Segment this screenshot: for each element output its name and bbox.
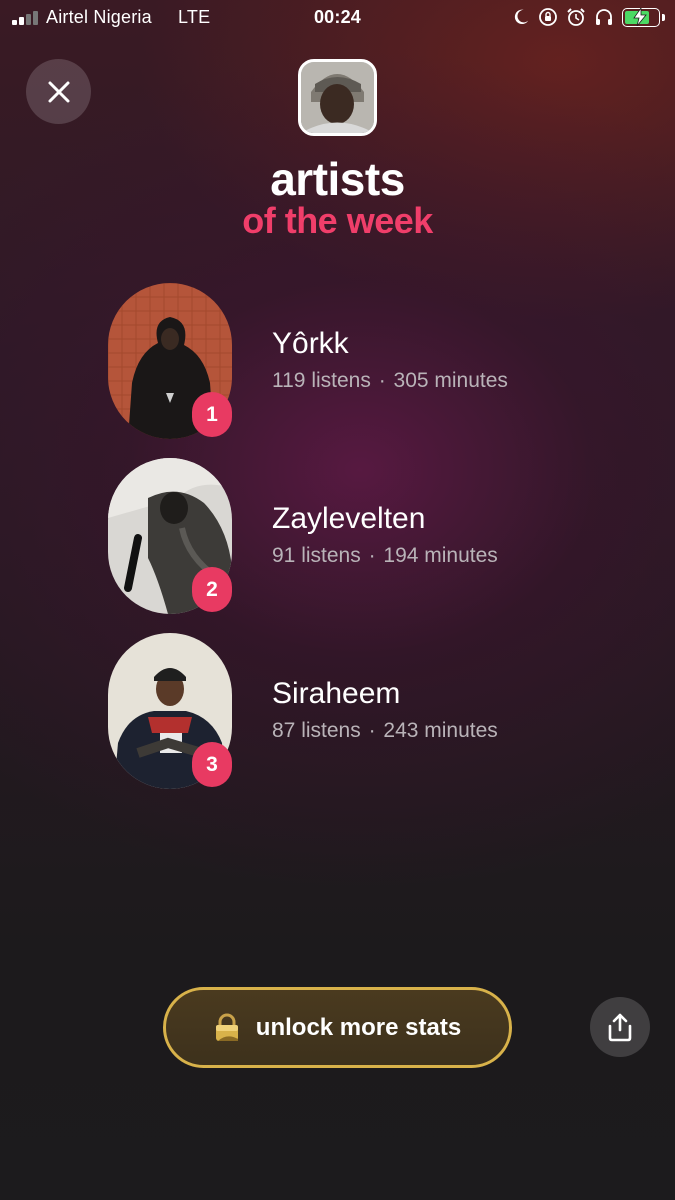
lock-icon [215,1013,238,1041]
listens-count: 119 listens [272,369,371,392]
unlock-label: unlock more stats [255,1013,462,1041]
share-icon [608,1013,632,1042]
artist-name: Yôrkk [272,327,349,360]
status-bar: Airtel Nigeria LTE 00:24 [0,0,675,36]
separator: · [378,369,386,392]
artist-stats: 87 listens · 243 minutes [272,719,498,743]
artist-row-1[interactable]: 1 Yôrkk 119 listens · 305 minutes [108,283,628,439]
headphones-icon [596,9,612,25]
artist-row-3[interactable]: 3 Siraheem 87 listens · 243 minutes [108,633,628,789]
unlock-more-stats-button[interactable]: unlock more stats [163,987,512,1068]
status-icons [512,6,665,28]
close-icon [48,81,69,102]
minutes-count: 243 minutes [383,719,498,742]
profile-avatar[interactable] [298,59,377,136]
moon-icon [514,9,529,25]
profile-photo [301,62,374,133]
minutes-count: 194 minutes [383,544,498,567]
minutes-count: 305 minutes [393,369,508,392]
listens-count: 91 listens [272,544,361,567]
separator: · [368,719,376,742]
artist-name: Zaylevelten [272,502,426,535]
share-button[interactable] [590,997,650,1057]
page-subtitle: of the week [242,200,433,241]
close-button[interactable] [26,59,91,124]
battery-charging-icon [622,7,660,27]
artist-stats: 91 listens · 194 minutes [272,544,498,568]
page-title: artists [270,153,405,205]
artist-stats: 119 listens · 305 minutes [272,369,508,393]
rank-badge: 2 [192,567,232,612]
artist-name: Siraheem [272,677,401,710]
alarm-icon [567,8,585,26]
separator: · [368,544,376,567]
listens-count: 87 listens [272,719,361,742]
artist-row-2[interactable]: 2 Zaylevelten 91 listens · 194 minutes [108,458,628,614]
rank-badge: 3 [192,742,232,787]
rank-badge: 1 [192,392,232,437]
orientation-lock-icon [539,8,557,26]
